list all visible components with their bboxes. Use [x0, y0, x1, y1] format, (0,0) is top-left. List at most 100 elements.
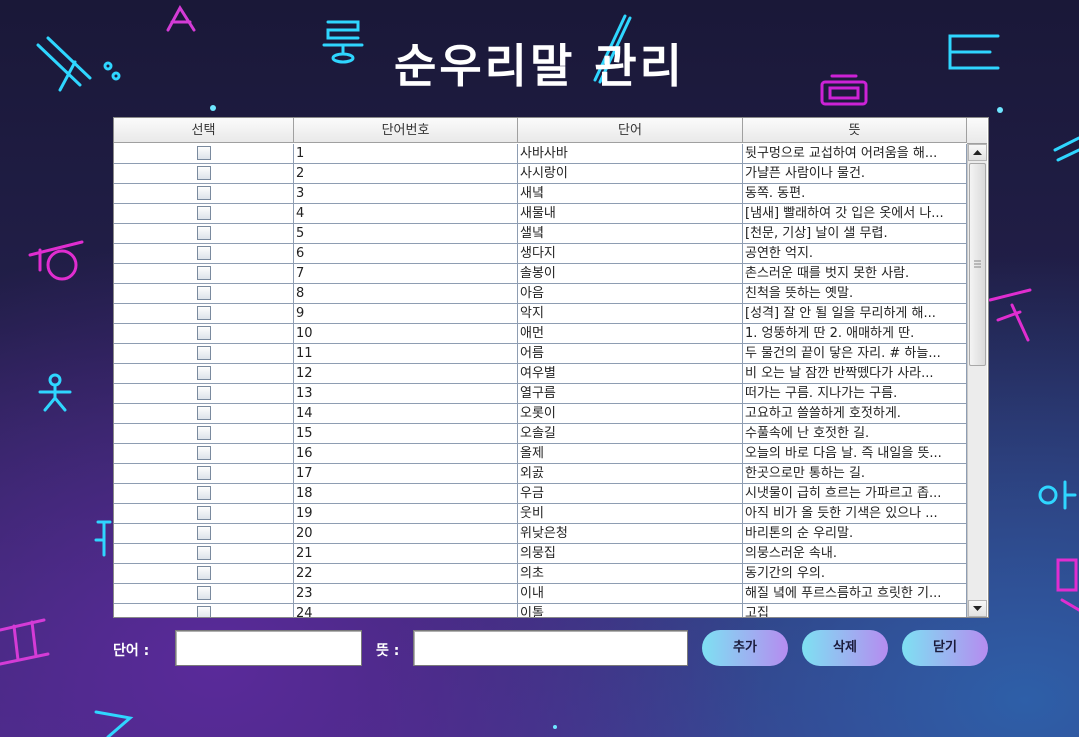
- select-cell: [114, 224, 294, 244]
- scroll-up-button[interactable]: [968, 144, 987, 161]
- word-table: 선택 단어번호 단어 뜻 1 사바사바 뒷구멍으로 교섭하여 어려움을 해... 2 사…: [113, 117, 989, 618]
- word-number-cell: 6: [294, 244, 518, 264]
- row-checkbox[interactable]: [196, 426, 211, 440]
- row-checkbox[interactable]: [196, 266, 211, 280]
- table-row[interactable]: 12 여우별 비 오는 날 잠깐 반짝뗐다가 사라...: [114, 364, 967, 384]
- row-checkbox[interactable]: [196, 246, 211, 260]
- arrow-up-icon: [973, 150, 982, 155]
- word-input[interactable]: [175, 630, 362, 666]
- meaning-input[interactable]: [413, 630, 688, 666]
- row-checkbox[interactable]: [196, 526, 211, 540]
- meaning-cell: 가냘픈 사람이나 물건.: [743, 164, 967, 184]
- word-number-cell: 14: [294, 404, 518, 424]
- scroll-down-button[interactable]: [968, 600, 987, 617]
- table-row[interactable]: 1 사바사바 뒷구멍으로 교섭하여 어려움을 해...: [114, 144, 967, 164]
- word-number-cell: 20: [294, 524, 518, 544]
- word-number-cell: 13: [294, 384, 518, 404]
- meaning-cell: 동기간의 우의.: [743, 564, 967, 584]
- row-checkbox[interactable]: [196, 186, 211, 200]
- row-checkbox[interactable]: [196, 366, 211, 380]
- table-row[interactable]: 15 오솔길 수풀속에 난 호젓한 길.: [114, 424, 967, 444]
- select-cell: [114, 404, 294, 424]
- row-checkbox[interactable]: [196, 446, 211, 460]
- meaning-cell: [성격] 잘 안 될 일을 무리하게 해...: [743, 304, 967, 324]
- word-cell: 이톨: [518, 604, 743, 617]
- select-cell: [114, 344, 294, 364]
- table-row[interactable]: 16 올제 오늘의 바로 다음 날. 즉 내일을 뜻...: [114, 444, 967, 464]
- table-row[interactable]: 6 생다지 공연한 억지.: [114, 244, 967, 264]
- meaning-cell: 고집: [743, 604, 967, 617]
- table-row[interactable]: 18 우금 시냇물이 급히 흐르는 가파르고 좁...: [114, 484, 967, 504]
- meaning-cell: 고요하고 쓸쓸하게 호젓하게.: [743, 404, 967, 424]
- row-checkbox[interactable]: [196, 386, 211, 400]
- row-checkbox[interactable]: [196, 606, 211, 617]
- close-button[interactable]: 닫기: [902, 630, 988, 666]
- word-cell: 의초: [518, 564, 743, 584]
- table-row[interactable]: 14 오롯이 고요하고 쓸쓸하게 호젓하게.: [114, 404, 967, 424]
- row-checkbox[interactable]: [196, 466, 211, 480]
- row-checkbox[interactable]: [196, 286, 211, 300]
- word-cell: 사바사바: [518, 144, 743, 164]
- row-checkbox[interactable]: [196, 206, 211, 220]
- scroll-thumb[interactable]: [969, 163, 986, 366]
- select-cell: [114, 364, 294, 384]
- word-number-cell: 9: [294, 304, 518, 324]
- table-row[interactable]: 13 열구름 떠가는 구름. 지나가는 구름.: [114, 384, 967, 404]
- word-number-cell: 7: [294, 264, 518, 284]
- select-cell: [114, 564, 294, 584]
- vertical-scrollbar[interactable]: [967, 144, 987, 617]
- table-row[interactable]: 9 악지 [성격] 잘 안 될 일을 무리하게 해...: [114, 304, 967, 324]
- table-row[interactable]: 3 새녘 동쪽. 동편.: [114, 184, 967, 204]
- table-row[interactable]: 20 위낮은청 바리톤의 순 우리말.: [114, 524, 967, 544]
- table-row[interactable]: 2 사시랑이 가냘픈 사람이나 물건.: [114, 164, 967, 184]
- meaning-cell: 촌스러운 때를 벗지 못한 사람.: [743, 264, 967, 284]
- word-number-cell: 21: [294, 544, 518, 564]
- row-checkbox[interactable]: [196, 506, 211, 520]
- table-row[interactable]: 24 이톨 고집: [114, 604, 967, 617]
- header-select[interactable]: 선택: [114, 118, 294, 143]
- table-row[interactable]: 19 웃비 아직 비가 올 듯한 기색은 있으나 ...: [114, 504, 967, 524]
- table-row[interactable]: 11 어름 두 물건의 끝이 닿은 자리. # 하늘...: [114, 344, 967, 364]
- row-checkbox[interactable]: [196, 146, 211, 160]
- table-row[interactable]: 4 새물내 [냄새] 빨래하여 갓 입은 옷에서 나...: [114, 204, 967, 224]
- select-cell: [114, 524, 294, 544]
- meaning-cell: [냄새] 빨래하여 갓 입은 옷에서 나...: [743, 204, 967, 224]
- row-checkbox[interactable]: [196, 166, 211, 180]
- word-number-cell: 18: [294, 484, 518, 504]
- row-checkbox[interactable]: [196, 586, 211, 600]
- row-checkbox[interactable]: [196, 406, 211, 420]
- table-body: 1 사바사바 뒷구멍으로 교섭하여 어려움을 해... 2 사시랑이 가냘픈 사람이나 물…: [114, 144, 967, 617]
- table-row[interactable]: 7 솔봉이 촌스러운 때를 벗지 못한 사람.: [114, 264, 967, 284]
- row-checkbox[interactable]: [196, 346, 211, 360]
- word-number-cell: 3: [294, 184, 518, 204]
- meaning-cell: 친척을 뜻하는 옛말.: [743, 284, 967, 304]
- table-row[interactable]: 22 의초 동기간의 우의.: [114, 564, 967, 584]
- meaning-cell: 공연한 억지.: [743, 244, 967, 264]
- header-meaning[interactable]: 뜻: [743, 118, 967, 143]
- meaning-cell: 시냇물이 급히 흐르는 가파르고 좁...: [743, 484, 967, 504]
- meaning-cell: 해질 녘에 푸르스름하고 흐릿한 기...: [743, 584, 967, 604]
- table-row[interactable]: 17 외곬 한곳으로만 통하는 길.: [114, 464, 967, 484]
- table-row[interactable]: 21 의뭉집 의뭉스러운 속내.: [114, 544, 967, 564]
- table-row[interactable]: 5 샐녘 [천문, 기상] 날이 샐 무렵.: [114, 224, 967, 244]
- row-checkbox[interactable]: [196, 326, 211, 340]
- select-cell: [114, 284, 294, 304]
- row-checkbox[interactable]: [196, 306, 211, 320]
- table-row[interactable]: 10 애먼 1. 엉뚱하게 딴 2. 애매하게 딴.: [114, 324, 967, 344]
- row-checkbox[interactable]: [196, 226, 211, 240]
- header-word[interactable]: 단어: [518, 118, 743, 143]
- select-cell: [114, 464, 294, 484]
- table-row[interactable]: 23 이내 해질 녘에 푸르스름하고 흐릿한 기...: [114, 584, 967, 604]
- word-cell: 외곬: [518, 464, 743, 484]
- row-checkbox[interactable]: [196, 486, 211, 500]
- row-checkbox[interactable]: [196, 546, 211, 560]
- add-button[interactable]: 추가: [702, 630, 788, 666]
- table-row[interactable]: 8 아음 친척을 뜻하는 옛말.: [114, 284, 967, 304]
- delete-button[interactable]: 삭제: [802, 630, 888, 666]
- word-number-cell: 24: [294, 604, 518, 617]
- word-number-cell: 23: [294, 584, 518, 604]
- word-cell: 오솔길: [518, 424, 743, 444]
- header-word-number[interactable]: 단어번호: [294, 118, 518, 143]
- row-checkbox[interactable]: [196, 566, 211, 580]
- word-number-cell: 17: [294, 464, 518, 484]
